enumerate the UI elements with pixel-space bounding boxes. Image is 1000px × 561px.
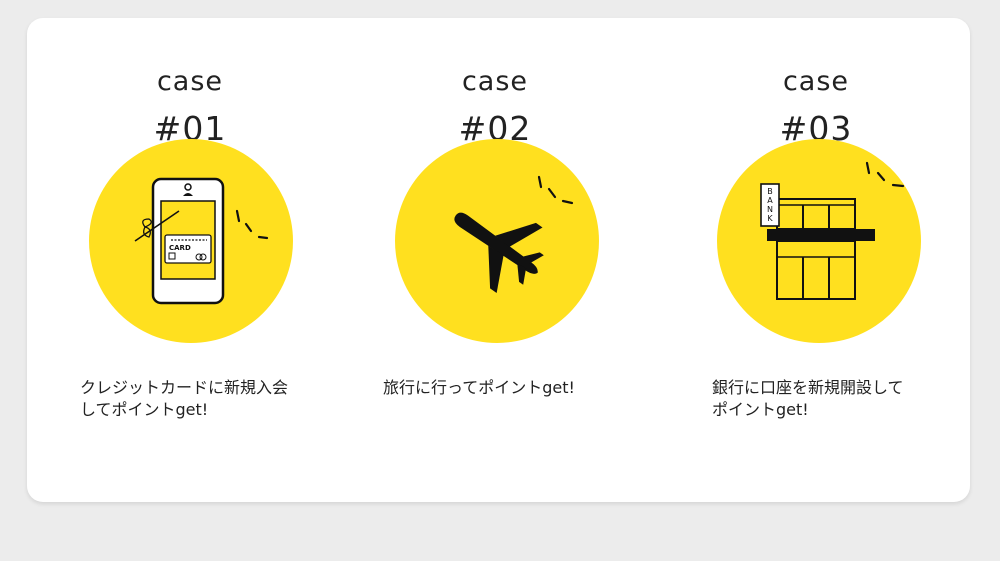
case-01: case #01 CARD クレジットカードに新規入会 してポイントget! (40, 18, 340, 502)
bank-sign-letter: K (767, 214, 773, 223)
case-word: case (156, 66, 224, 97)
case-title: case #03 (666, 68, 966, 145)
case-description-line: ポイントget! (712, 400, 809, 419)
case-description-line: してポイントget! (80, 400, 209, 419)
case-illustration-circle (395, 139, 599, 343)
case-word: case (782, 66, 850, 97)
bank-sign-letter: N (767, 205, 773, 214)
case-description-line: クレジットカードに新規入会 (80, 378, 289, 397)
smartphone-card-icon: CARD (134, 177, 269, 305)
case-description: 銀行に口座を新規開設して ポイントget! (712, 377, 904, 421)
case-description: 旅行に行ってポイントget! (383, 377, 575, 399)
case-03: case #03 B A N K 銀行に口座を新規開設して ポイントget! (666, 18, 966, 502)
case-description-line: 銀行に口座を新規開設して (712, 378, 904, 397)
case-description: クレジットカードに新規入会 してポイントget! (80, 377, 288, 421)
airplane-icon (454, 175, 574, 293)
bank-sign-letter: A (767, 196, 773, 205)
bank-sign-letter: B (767, 187, 773, 196)
case-description-line: 旅行に行ってポイントget! (383, 378, 575, 397)
card-label: CARD (169, 244, 191, 252)
cases-card: case #01 CARD クレジットカードに新規入会 してポイントget! c… (27, 18, 970, 502)
case-illustration-circle: CARD (89, 139, 293, 343)
case-word: case (461, 66, 529, 97)
case-title: case #02 (345, 68, 645, 145)
case-illustration-circle: B A N K (717, 139, 921, 343)
bank-building-icon: B A N K (760, 161, 905, 300)
case-02: case #02 旅行に行ってポイントget! (345, 18, 645, 502)
case-title: case #01 (40, 68, 340, 145)
